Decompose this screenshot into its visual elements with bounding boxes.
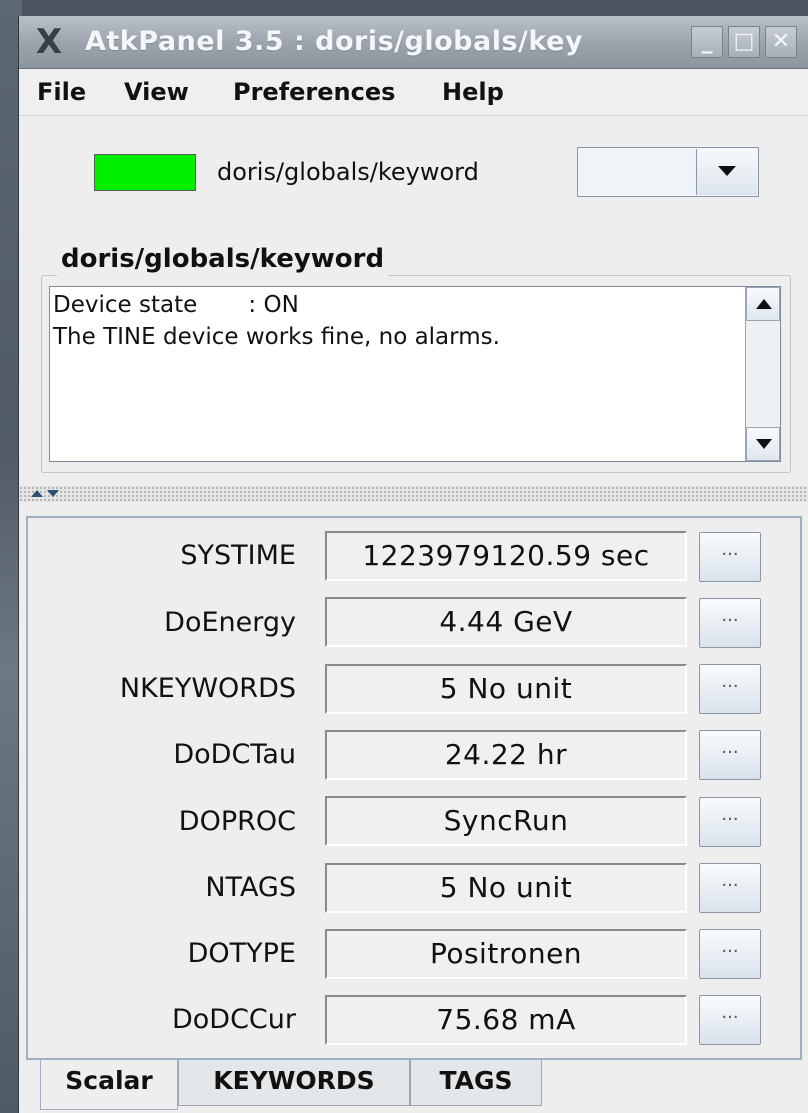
- attr-value-doproc: SyncRun: [325, 796, 687, 846]
- minimize-button[interactable]: _: [691, 26, 723, 58]
- attr-label-systime: SYSTIME: [180, 540, 296, 571]
- status-text-area[interactable]: Device state : ON The TINE device works …: [49, 286, 781, 462]
- arrow-up-icon: [756, 299, 772, 309]
- status-scrollbar[interactable]: [745, 287, 780, 461]
- attr-value-doenergy: 4.44 GeV: [325, 597, 687, 647]
- scroll-down-button[interactable]: [746, 427, 780, 461]
- attr-more-button-dodccur[interactable]: ···: [699, 995, 761, 1045]
- title-bar[interactable]: X AtkPanel 3.5 : doris/globals/key _ □ ✕: [19, 16, 808, 69]
- menu-preferences[interactable]: Preferences: [233, 77, 395, 107]
- attr-label-nkeywords: NKEYWORDS: [119, 673, 296, 704]
- combo-field[interactable]: [579, 149, 693, 195]
- status-line-message: The TINE device works fine, no alarms.: [53, 324, 500, 350]
- attr-value-dodctau: 24.22 hr: [325, 730, 687, 780]
- status-line-state: Device state : ON: [53, 292, 299, 318]
- menu-view[interactable]: View: [124, 77, 189, 107]
- device-state-led: [94, 154, 196, 191]
- attr-more-button-dotype[interactable]: ···: [699, 929, 761, 979]
- attr-value-nkeywords: 5 No unit: [325, 664, 687, 714]
- attr-value-dodccur: 75.68 mA: [325, 995, 687, 1045]
- chevron-down-icon: [718, 166, 736, 176]
- attr-more-button-doenergy[interactable]: ···: [699, 598, 761, 648]
- device-combo-box[interactable]: [577, 147, 759, 197]
- tab-strip: Scalar KEYWORDS TAGS: [26, 1060, 802, 1113]
- attr-more-button-systime[interactable]: ···: [699, 532, 761, 582]
- arrow-down-icon: [756, 439, 772, 449]
- tab-tags[interactable]: TAGS: [410, 1060, 542, 1106]
- app-x-icon[interactable]: X: [29, 22, 69, 62]
- attr-value-ntags: 5 No unit: [325, 863, 687, 913]
- scroll-up-button[interactable]: [746, 287, 780, 321]
- device-name-label: doris/globals/keyword: [217, 158, 479, 186]
- attr-value-systime: 1223979120.59 sec: [325, 531, 687, 581]
- attr-label-doenergy: DoEnergy: [164, 607, 296, 638]
- menu-help[interactable]: Help: [442, 77, 504, 107]
- scalar-attribute-panel: SYSTIME 1223979120.59 sec ··· DoEnergy 4…: [26, 516, 802, 1060]
- attr-more-button-ntags[interactable]: ···: [699, 863, 761, 913]
- attr-label-dotype: DOTYPE: [187, 938, 296, 969]
- split-pane-divider[interactable]: [19, 486, 808, 502]
- attr-more-button-nkeywords[interactable]: ···: [699, 664, 761, 714]
- tab-scalar[interactable]: Scalar: [40, 1060, 178, 1110]
- atkpanel-window: X AtkPanel 3.5 : doris/globals/key _ □ ✕…: [18, 16, 808, 1113]
- menu-bar: File View Preferences Help: [19, 69, 808, 116]
- attr-more-button-doproc[interactable]: ···: [699, 797, 761, 847]
- tab-keywords[interactable]: KEYWORDS: [178, 1060, 410, 1106]
- maximize-button[interactable]: □: [728, 26, 760, 58]
- attr-label-dodccur: DoDCCur: [171, 1004, 296, 1035]
- combo-dropdown-button[interactable]: [696, 149, 757, 195]
- close-button[interactable]: ✕: [765, 26, 797, 58]
- attr-label-doproc: DOPROC: [178, 806, 296, 837]
- attr-label-dodctau: DoDCTau: [173, 739, 296, 770]
- attr-label-ntags: NTAGS: [205, 872, 296, 903]
- window-title: AtkPanel 3.5 : doris/globals/key: [85, 26, 584, 57]
- menu-file[interactable]: File: [37, 77, 86, 107]
- split-arrows-icon[interactable]: [31, 488, 67, 498]
- status-group-title: doris/globals/keyword: [57, 242, 389, 276]
- attr-value-dotype: Positronen: [325, 929, 687, 979]
- attr-more-button-dodctau[interactable]: ···: [699, 730, 761, 780]
